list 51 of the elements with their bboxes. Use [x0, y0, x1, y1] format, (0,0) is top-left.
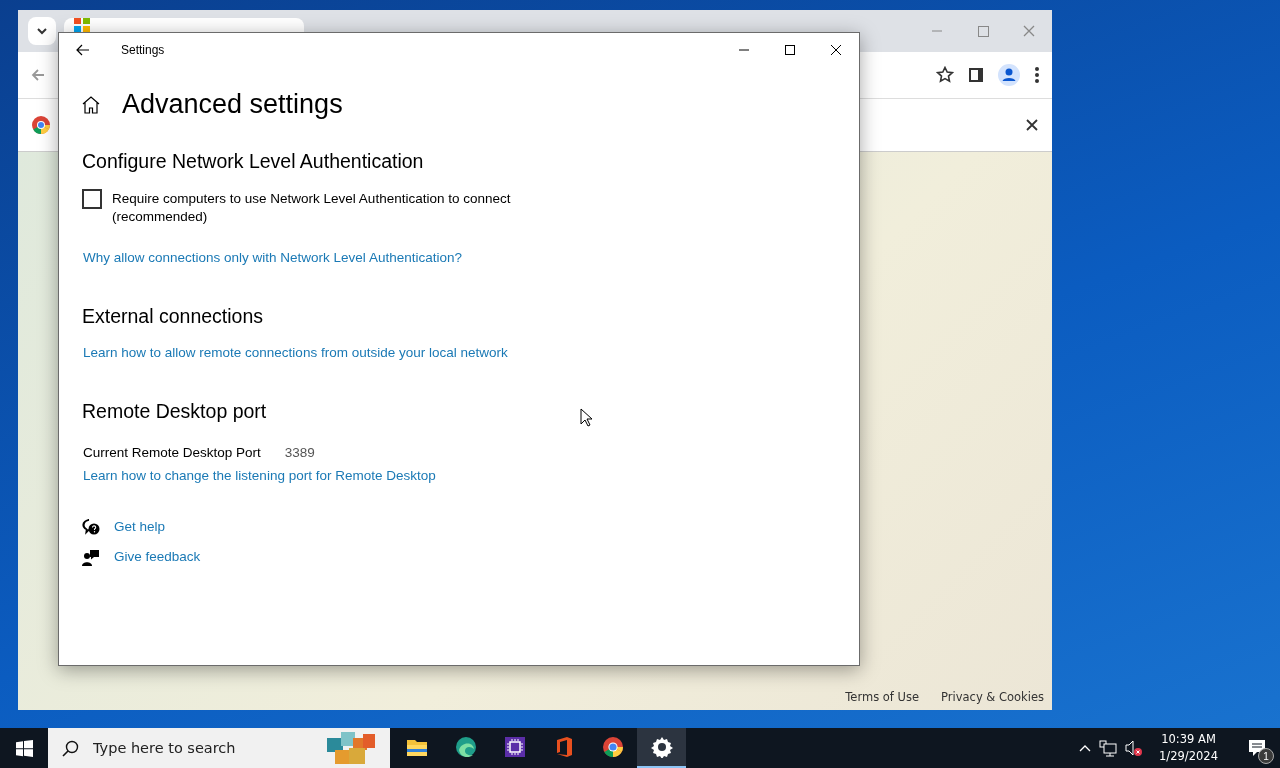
search-icon	[62, 739, 79, 757]
section-heading: Remote Desktop port	[82, 400, 267, 423]
field-value: 3389	[284, 445, 315, 460]
browser-tab[interactable]	[64, 18, 304, 32]
close-icon	[831, 45, 841, 55]
page-heading: Advanced settings	[122, 89, 343, 120]
close-icon[interactable]	[1026, 119, 1038, 131]
footer-link[interactable]: Privacy & Cookies	[941, 690, 1044, 704]
help-link[interactable]: Learn how to allow remote connections from outside your local network	[83, 345, 508, 360]
taskbar-app[interactable]	[637, 728, 686, 768]
chevron-up-icon[interactable]	[1079, 744, 1092, 752]
help-link[interactable]: Give feedback	[114, 549, 201, 564]
chrome-logo-icon	[32, 116, 50, 134]
chip-icon	[503, 736, 526, 758]
chat-question-icon	[82, 519, 100, 537]
gear-icon	[650, 736, 673, 758]
help-link[interactable]: Learn how to change the listening port for Remote Desktop	[83, 468, 436, 483]
field-label: Current Remote Desktop Port	[83, 445, 261, 460]
notifications-button[interactable]: 1	[1234, 728, 1280, 768]
more-menu-icon[interactable]	[1034, 66, 1040, 84]
speaker-muted-icon[interactable]	[1125, 739, 1144, 757]
chrome-logo-icon	[601, 736, 624, 758]
windows-logo-icon	[15, 739, 33, 757]
back-arrow-icon	[76, 44, 90, 56]
swirl-logo-icon	[454, 736, 477, 758]
profile-avatar-icon[interactable]	[998, 64, 1020, 86]
home-icon[interactable]	[82, 95, 100, 114]
clock-time: 10:39 AM	[1161, 731, 1216, 748]
search-field[interactable]: Type here to search	[91, 739, 315, 757]
mouse-cursor-icon	[580, 408, 594, 428]
maximize-icon	[785, 45, 795, 55]
tab-search-button[interactable]	[28, 17, 56, 45]
checkbox[interactable]	[82, 189, 102, 209]
section-heading: External connections	[82, 305, 264, 328]
help-link[interactable]: Why allow connections only with Network Level Authentication?	[83, 250, 462, 265]
notification-count: 1	[1258, 748, 1274, 764]
star-icon[interactable]	[936, 66, 954, 84]
back-arrow-icon[interactable]	[30, 67, 46, 83]
chevron-icon	[36, 27, 48, 35]
person-speech-icon	[82, 549, 100, 567]
network-icon[interactable]	[1099, 739, 1118, 757]
side-panel-icon[interactable]	[968, 67, 984, 83]
help-link[interactable]: Get help	[114, 519, 166, 534]
section-heading: Configure Network Level Authentication	[82, 150, 424, 173]
checkbox-label: Require computers to use Network Level Authentication to connect (recommended)	[112, 190, 512, 226]
puzzle-drawing	[327, 732, 375, 764]
window-title: Settings	[121, 43, 165, 57]
search-box[interactable]: Type here to search	[48, 728, 390, 768]
footer-link[interactable]: Terms of Use	[845, 690, 920, 704]
windows-logo-icon	[74, 18, 90, 32]
clock-date: 1/29/2024	[1159, 748, 1218, 765]
